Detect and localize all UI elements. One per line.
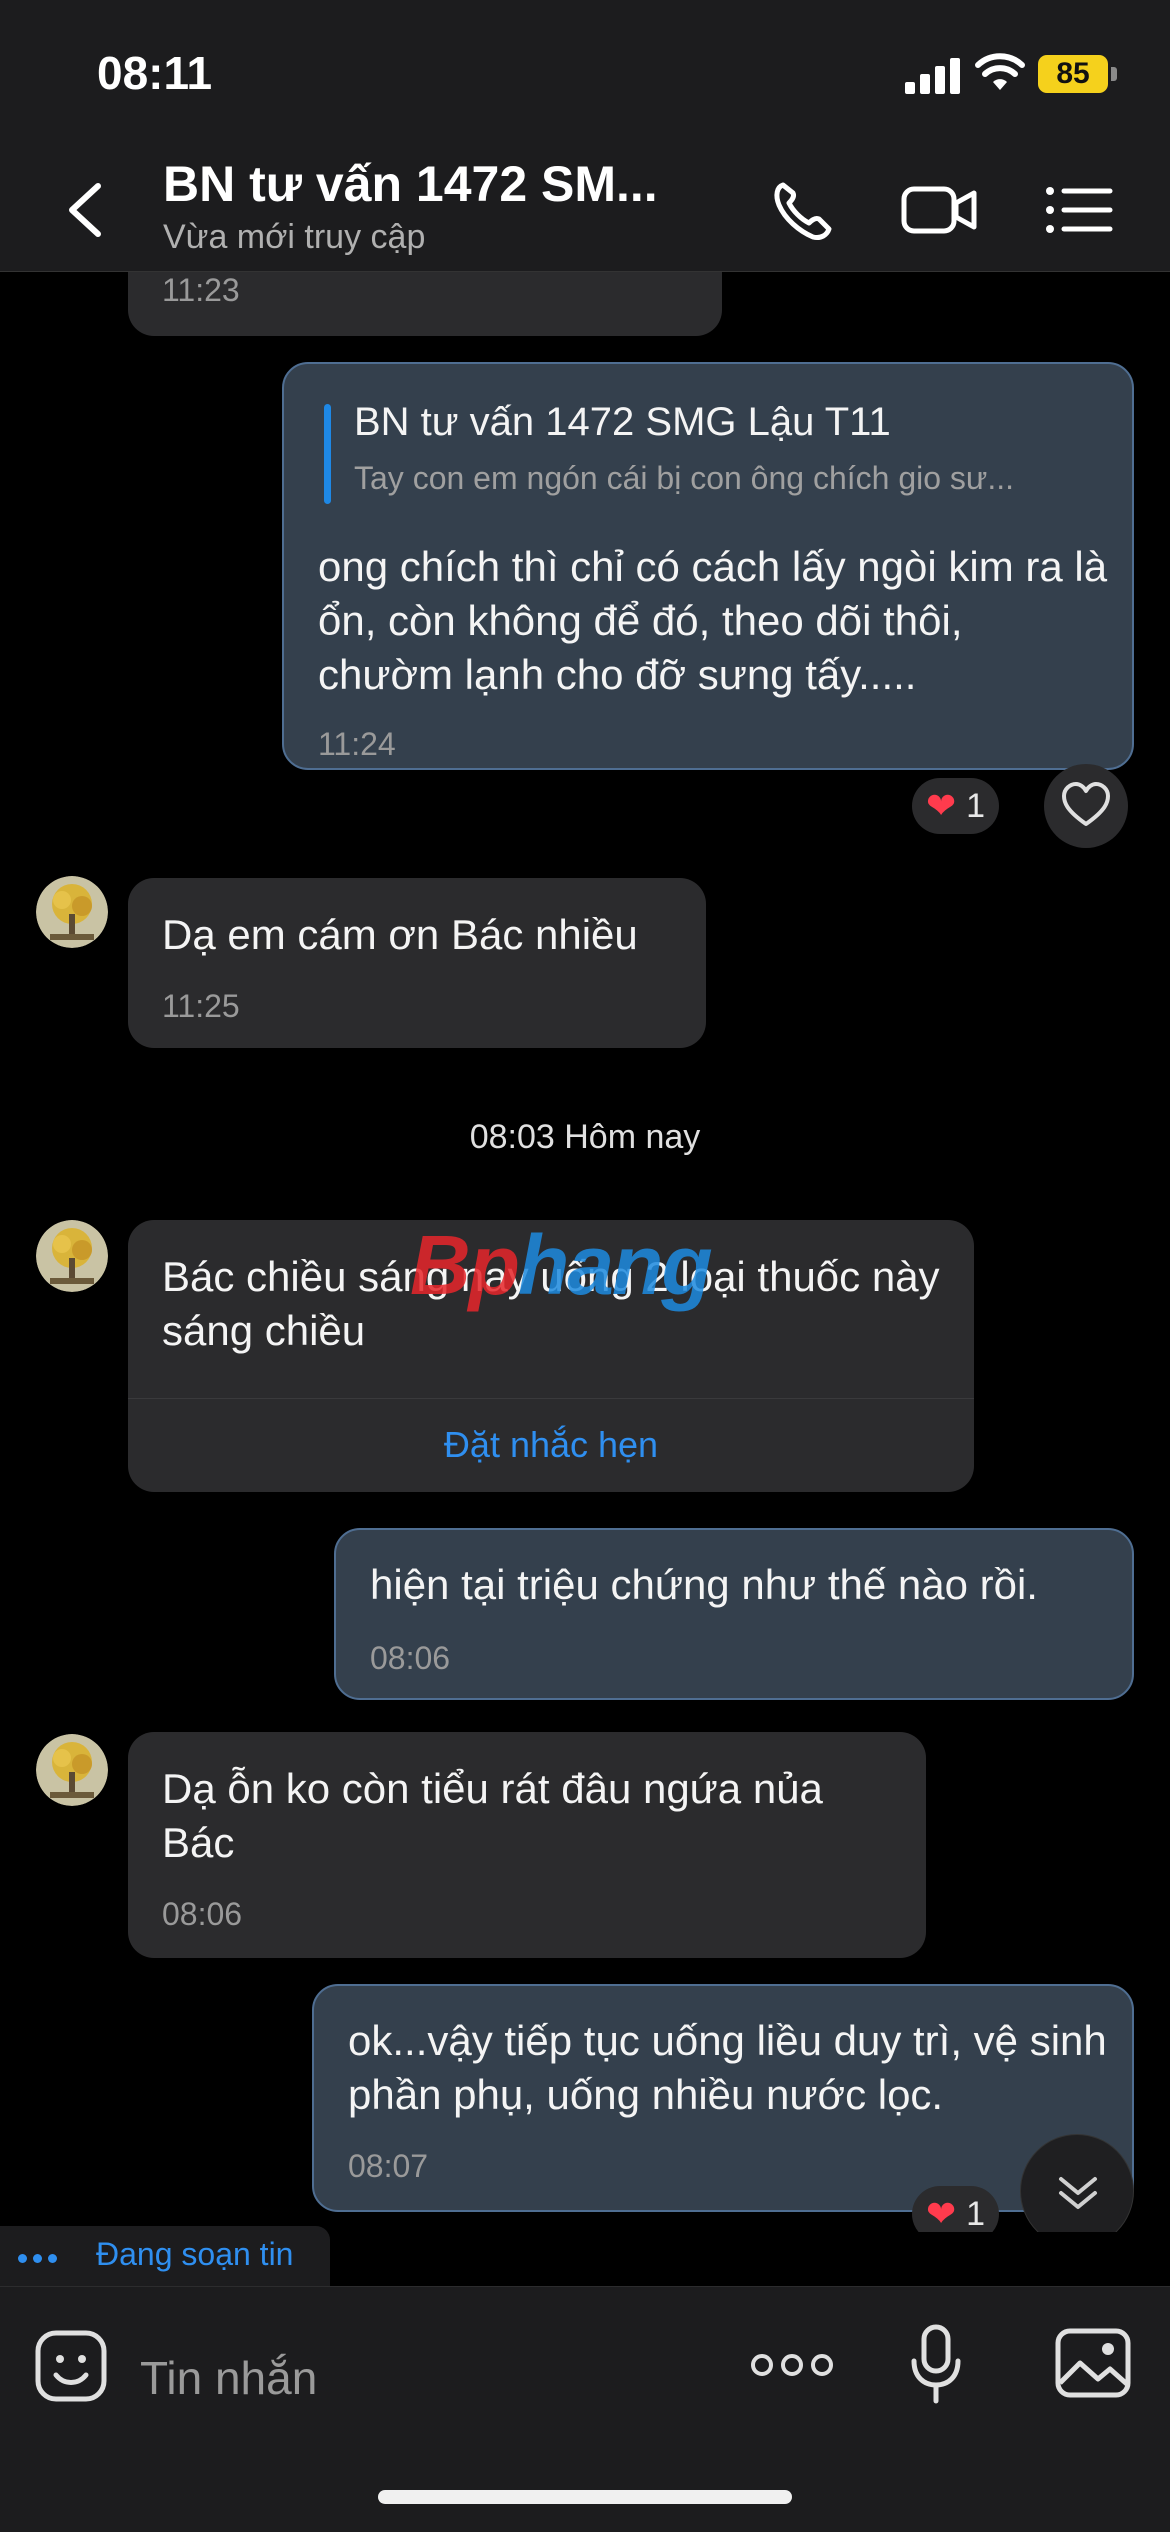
message-text: hiện tại triệu chứng như thế nào rồi. bbox=[370, 1561, 1038, 1608]
typing-indicator: Đang soạn tin bbox=[0, 2226, 330, 2286]
chat-status: Vừa mới truy cập bbox=[163, 218, 426, 256]
status-bar: 08:11 85 bbox=[0, 0, 1170, 140]
back-chevron-icon[interactable] bbox=[60, 180, 110, 240]
battery-icon: 85 bbox=[1038, 55, 1118, 93]
reply-quote-snippet[interactable]: Tay con em ngón cái bị con ông chích gio… bbox=[354, 460, 1074, 497]
more-icon[interactable] bbox=[748, 2345, 836, 2385]
avatar[interactable] bbox=[36, 1220, 108, 1292]
reaction-count: 1 bbox=[966, 2194, 986, 2233]
phone-icon[interactable] bbox=[765, 175, 845, 245]
scroll-to-bottom-button[interactable] bbox=[1020, 2134, 1134, 2232]
heart-outline-icon bbox=[1062, 782, 1110, 826]
microphone-icon[interactable] bbox=[906, 2323, 966, 2407]
avatar[interactable] bbox=[36, 1734, 108, 1806]
message-time: 08:06 bbox=[162, 1896, 243, 1932]
typing-text: Đang soạn tin bbox=[96, 2236, 294, 2272]
heart-icon: ❤ bbox=[926, 785, 957, 826]
message-text: Dạ em cám ơn Bác nhiều bbox=[162, 911, 638, 958]
typing-dots-icon bbox=[18, 2250, 63, 2268]
incoming-message[interactable]: 11:23 bbox=[128, 272, 722, 336]
reaction-count: 1 bbox=[966, 786, 986, 825]
image-icon[interactable] bbox=[1054, 2327, 1132, 2399]
date-separator: 08:03 Hôm nay bbox=[469, 1118, 701, 1156]
reply-quote-name[interactable]: BN tư vấn 1472 SMG Lậu T11 bbox=[354, 400, 891, 445]
set-reminder-link[interactable]: Đặt nhắc hẹn bbox=[128, 1424, 974, 1466]
message-time: 08:07 bbox=[348, 2148, 429, 2184]
message-time: 11:25 bbox=[162, 988, 240, 1024]
outgoing-message[interactable]: ok...vậy tiếp tục uống liều duy trì, vệ … bbox=[312, 1984, 1134, 2212]
incoming-message[interactable]: Dạ ỗn ko còn tiểu rát đâu ngứa nủa Bác 0… bbox=[128, 1732, 926, 1958]
react-button[interactable] bbox=[1044, 764, 1128, 848]
status-time: 08:11 bbox=[97, 47, 213, 99]
chat-header: BN tư vấn 1472 SM... Vừa mới truy cập bbox=[0, 140, 1170, 272]
reaction-badge[interactable]: ❤ 1 bbox=[912, 2186, 1000, 2233]
chat-title[interactable]: BN tư vấn 1472 SM... bbox=[163, 155, 658, 213]
message-time: 11:24 bbox=[318, 726, 396, 762]
heart-icon: ❤ bbox=[926, 2193, 957, 2232]
message-list[interactable]: 11:23 BN tư vấn 1472 SMG Lậu T11 Tay con… bbox=[0, 272, 1170, 2232]
sticker-icon[interactable] bbox=[34, 2329, 108, 2403]
message-input[interactable]: Tin nhắn bbox=[140, 2351, 317, 2405]
double-chevron-down-icon bbox=[1059, 2177, 1097, 2209]
list-menu-icon[interactable] bbox=[1040, 175, 1120, 245]
video-call-icon[interactable] bbox=[900, 175, 980, 245]
reply-quote-bar bbox=[324, 404, 331, 504]
message-text: Dạ ỗn ko còn tiểu rát đâu ngứa nủa Bác bbox=[162, 1765, 823, 1866]
home-indicator[interactable] bbox=[378, 2490, 792, 2504]
wifi-icon bbox=[975, 53, 1025, 90]
watermark-logo: Bphang bbox=[410, 1218, 713, 1312]
message-text: ong chích thì chỉ có cách lấy ngòi kim r… bbox=[318, 543, 1108, 698]
message-text: ok...vậy tiếp tục uống liều duy trì, vệ … bbox=[348, 2017, 1107, 2118]
message-time: 11:23 bbox=[162, 272, 240, 308]
cellular-signal-icon bbox=[905, 58, 961, 94]
reaction-badge[interactable]: ❤ 1 bbox=[912, 778, 1000, 834]
avatar[interactable] bbox=[36, 876, 108, 948]
outgoing-message[interactable]: hiện tại triệu chứng như thế nào rồi. 08… bbox=[334, 1528, 1134, 1700]
battery-level: 85 bbox=[1038, 55, 1108, 93]
message-time: 08:06 bbox=[370, 1640, 451, 1676]
outgoing-message[interactable]: BN tư vấn 1472 SMG Lậu T11 Tay con em ng… bbox=[282, 362, 1134, 770]
divider bbox=[128, 1398, 974, 1399]
incoming-message[interactable]: Dạ em cám ơn Bác nhiều 11:25 bbox=[128, 878, 706, 1048]
